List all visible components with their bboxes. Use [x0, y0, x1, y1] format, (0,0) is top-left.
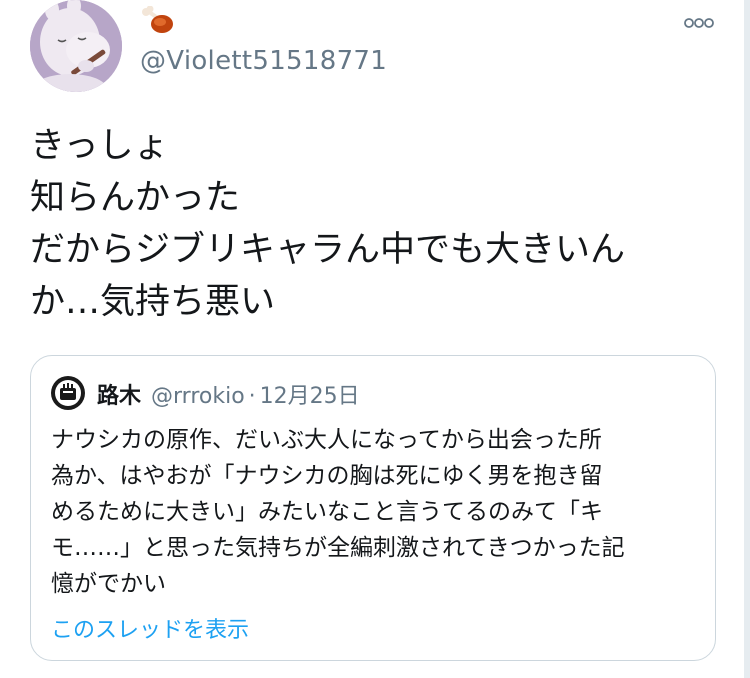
tweet-text-line: か…気持ち悪い [30, 282, 276, 322]
more-options-icon[interactable] [684, 14, 714, 35]
quoted-tweet-date[interactable]: 12月25日 [260, 384, 360, 409]
quoted-tweet-header: 路木 @rrrokio · 12月25日 [97, 378, 360, 410]
quoted-text-line: めるために大きい」みたいなこと言うてるのみて「キ [51, 499, 603, 525]
meat-on-bone-icon [140, 5, 176, 36]
quoted-tweet-body: ナウシカの原作、だいぶ大人になってから出会った所 為か、はやおが「ナウシカの胸は… [51, 422, 701, 602]
quoted-author-handle[interactable]: @rrrokio [151, 384, 245, 409]
tweet-text-line: だからジブリキャラん中でも大きいん [30, 230, 626, 270]
quoted-text-line: モ……」と思った気持ちが全編刺激されてきつかった記 [51, 535, 625, 561]
tweet-author-handle[interactable]: @Violett51518771 [140, 46, 387, 76]
tweet-text-line: きっしょ [30, 126, 169, 166]
avatar[interactable] [30, 0, 122, 92]
right-edge-divider [744, 0, 750, 678]
quoted-tweet-card[interactable]: 路木 @rrrokio · 12月25日 ナウシカの原作、だいぶ大人になってから出会っ… [30, 355, 716, 661]
quoted-author-avatar[interactable] [51, 376, 85, 410]
avatar-illustration [30, 0, 122, 92]
tweet-body: きっしょ 知らんかった だからジブリキャラん中でも大きいん か…気持ち悪い [30, 120, 730, 328]
quoted-text-line: ナウシカの原作、だいぶ大人になってから出会った所 [51, 427, 602, 453]
quoted-text-line: 憶がでかい [51, 571, 166, 597]
tweet-text-line: 知らんかった [30, 178, 241, 218]
quoted-author-name[interactable]: 路木 [97, 384, 141, 409]
header-separator: · [248, 384, 256, 409]
show-thread-link[interactable]: このスレッドを表示 [51, 612, 249, 644]
quoted-text-line: 為か、はやおが「ナウシカの胸は死にゆく男を抱き留 [51, 463, 603, 489]
